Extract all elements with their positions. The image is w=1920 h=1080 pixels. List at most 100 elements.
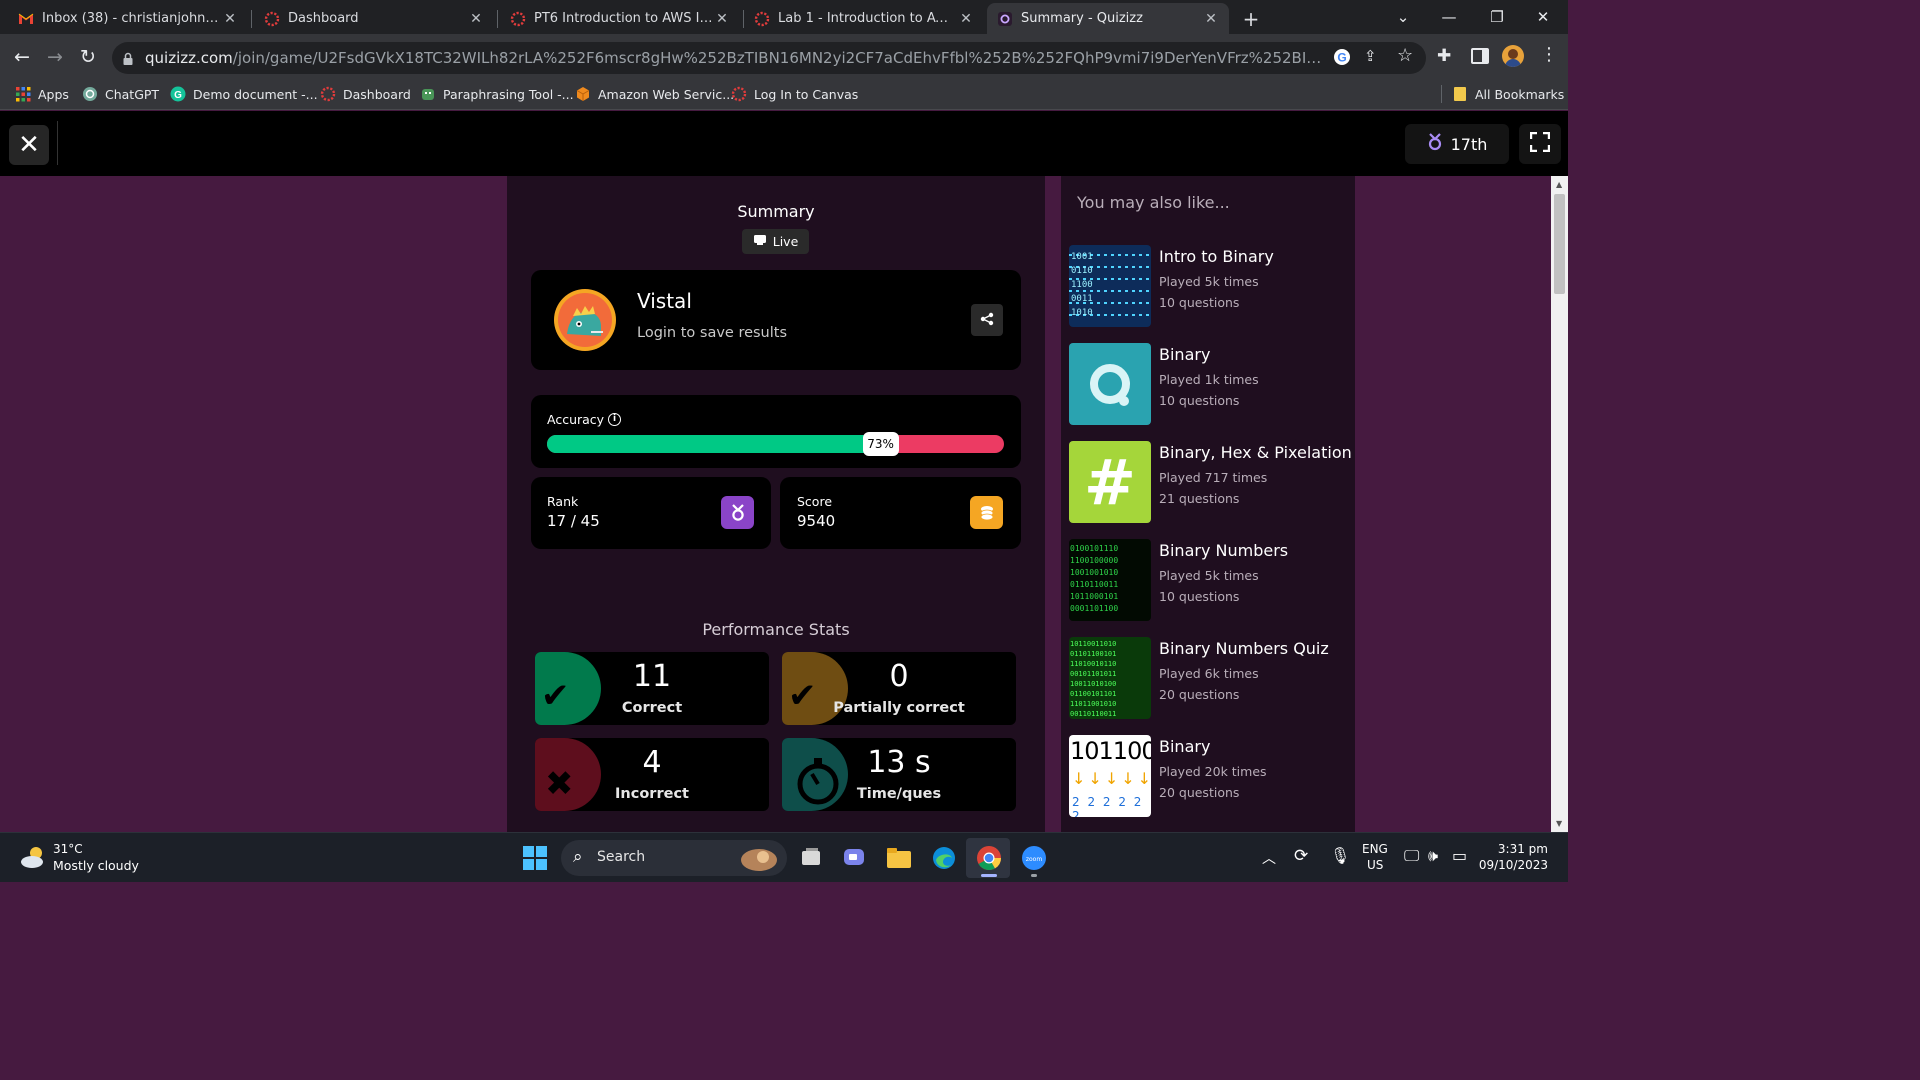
recommendation-plays: Played 6k times [1159, 666, 1259, 681]
volume-icon[interactable]: 🕪 [1428, 846, 1438, 866]
weather-temperature[interactable]: 31°C [53, 842, 83, 856]
start-button[interactable] [519, 842, 551, 874]
bookmark-star-icon[interactable]: ☆ [1397, 45, 1417, 66]
rank-value: 17 / 45 [547, 512, 600, 530]
incorrect-count: 4 [642, 745, 662, 780]
chevron-up-icon[interactable]: ︿ [1262, 848, 1276, 868]
svg-text:10011010100: 10011010100 [1070, 680, 1116, 688]
hashtag-thumbnail: # [1069, 441, 1151, 523]
quillbot-icon [420, 86, 436, 102]
rank-pill: 17th [1405, 124, 1509, 164]
chrome-button[interactable] [973, 842, 1005, 874]
grammarly-icon: G [170, 86, 186, 102]
info-icon[interactable]: i [608, 413, 621, 426]
network-icon[interactable]: 🖵 [1404, 846, 1419, 866]
accuracy-bar-fill [547, 435, 881, 453]
folder-icon [887, 848, 911, 868]
search-icon: ⌕ [573, 847, 583, 867]
bookmark-canvas-login[interactable]: Log In to Canvas [731, 83, 858, 105]
page-scrollbar[interactable]: ▲ ▼ [1551, 176, 1568, 832]
bookmark-label: Log In to Canvas [754, 86, 859, 102]
zoom-button[interactable]: zoom [1018, 842, 1050, 874]
forward-button[interactable]: → [42, 44, 68, 70]
recommendation-item[interactable]: # Binary, Hex & Pixelation Played 717 ti… [1069, 441, 1353, 523]
bookmark-aws[interactable]: Amazon Web Servic... [575, 83, 734, 105]
canvas-icon [264, 11, 280, 27]
weather-description[interactable]: Mostly cloudy [53, 858, 139, 873]
close-tab-icon[interactable]: ✕ [1203, 11, 1219, 27]
svg-text:01100101101: 01100101101 [1070, 690, 1116, 698]
profile-avatar[interactable] [1502, 45, 1524, 67]
scrollbar-thumb[interactable] [1554, 194, 1565, 294]
bookmark-label: Paraphrasing Tool -... [443, 86, 574, 102]
svg-text:1100100000: 1100100000 [1070, 556, 1118, 565]
battery-icon[interactable]: ▭ [1452, 846, 1467, 865]
recommendation-item[interactable]: 101100 ↓↓↓↓↓↓ 2 2 2 2 2 2 Binary Played … [1069, 735, 1353, 817]
new-tab-button[interactable]: + [1234, 3, 1268, 34]
bookmark-dashboard[interactable]: Dashboard [320, 83, 411, 105]
restore-button[interactable]: ❐ [1474, 0, 1520, 34]
language-region[interactable]: US [1367, 858, 1383, 872]
close-quiz-button[interactable]: ✕ [9, 125, 49, 165]
close-tab-icon[interactable]: ✕ [468, 11, 484, 27]
share-page-icon[interactable]: ⇪ [1364, 47, 1384, 67]
share-icon [980, 311, 994, 330]
taskbar-search-box[interactable]: ⌕ Search [561, 840, 787, 876]
tab-gmail[interactable]: Inbox (38) - christianjohn.vistal@ ✕ [8, 3, 248, 34]
reload-button[interactable]: ↻ [75, 44, 101, 70]
teams-chat-button[interactable] [838, 842, 870, 874]
svg-text:10110011010: 10110011010 [1070, 640, 1116, 648]
tab-quizizz[interactable]: Summary - Quizizz ✕ [987, 3, 1229, 34]
language-code[interactable]: ENG [1362, 842, 1388, 856]
close-tab-icon[interactable]: ✕ [958, 11, 974, 27]
weather-cloud-icon[interactable] [18, 843, 48, 871]
scroll-down-arrow[interactable]: ▼ [1556, 819, 1562, 828]
scroll-up-arrow[interactable]: ▲ [1556, 180, 1562, 189]
reload-icon: ↻ [80, 46, 96, 68]
lock-icon [122, 51, 134, 65]
bookmark-label: Dashboard [343, 86, 411, 102]
close-tab-icon[interactable]: ✕ [714, 11, 730, 27]
recommendation-item[interactable]: 10110011010 01101100101 11010010110 0010110… [1069, 637, 1353, 719]
recommendation-title: Binary [1159, 345, 1211, 364]
menu-kebab-icon[interactable]: ⋮ [1540, 44, 1558, 65]
bookmark-apps[interactable]: Apps [15, 83, 69, 105]
back-button[interactable]: ← [9, 44, 35, 70]
url-text[interactable]: quizizz.com/join/game/U2FsdGVkX18TC32WIL… [145, 47, 1325, 69]
recommendation-item[interactable]: 1001 0110 1100 0011 1010 Intro to Binary Pla… [1069, 245, 1353, 327]
clock-date[interactable]: 09/10/2023 [1478, 858, 1548, 872]
google-icon[interactable]: G [1332, 47, 1352, 67]
sync-icon[interactable]: ⟳ [1294, 846, 1308, 866]
clock-time[interactable]: 3:31 pm [1488, 842, 1548, 856]
side-panel-icon[interactable] [1471, 48, 1489, 64]
microphone-icon[interactable]: 🎙 [1330, 846, 1350, 865]
tab-dashboard[interactable]: Dashboard ✕ [254, 3, 494, 34]
tab-title: Summary - Quizizz [1021, 11, 1143, 26]
recommendation-title: Binary [1159, 737, 1211, 756]
task-view-button[interactable] [795, 842, 827, 874]
extensions-icon[interactable]: ✚ [1437, 46, 1457, 66]
file-explorer-button[interactable] [883, 842, 915, 874]
bookmark-demo-document[interactable]: G Demo document -... [170, 83, 318, 105]
tab-search-button[interactable]: ⌄ [1380, 0, 1426, 34]
minimize-button[interactable]: — [1426, 0, 1472, 34]
bookmark-paraphrasing-tool[interactable]: Paraphrasing Tool -... [420, 83, 574, 105]
edge-button[interactable] [928, 842, 960, 874]
share-button[interactable] [971, 304, 1003, 336]
tab-lab1[interactable]: Lab 1 - Introduction to AWS IAM ✕ [744, 3, 984, 34]
accuracy-value: 73% [862, 432, 899, 456]
bookmark-label: Demo document -... [193, 86, 318, 102]
recommendation-item[interactable]: Binary Played 1k times 10 questions [1069, 343, 1353, 425]
close-tab-icon[interactable]: ✕ [222, 11, 238, 27]
fullscreen-button[interactable] [1519, 124, 1561, 164]
recommendation-item[interactable]: 0100101110 1100100000 1001001010 0110110011… [1069, 539, 1353, 621]
login-prompt[interactable]: Login to save results [637, 325, 787, 341]
bookmark-chatgpt[interactable]: ChatGPT [82, 83, 159, 105]
bookmark-label: All Bookmarks [1475, 86, 1565, 102]
url-host: quizizz.com [145, 49, 233, 67]
close-window-button[interactable]: ✕ [1520, 0, 1566, 34]
all-bookmarks-button[interactable]: All Bookmarks [1452, 83, 1564, 105]
recommendation-plays: Played 717 times [1159, 470, 1268, 485]
canvas-icon [754, 11, 770, 27]
tab-pt6[interactable]: PT6 Introduction to AWS IAM ✕ [500, 3, 740, 34]
